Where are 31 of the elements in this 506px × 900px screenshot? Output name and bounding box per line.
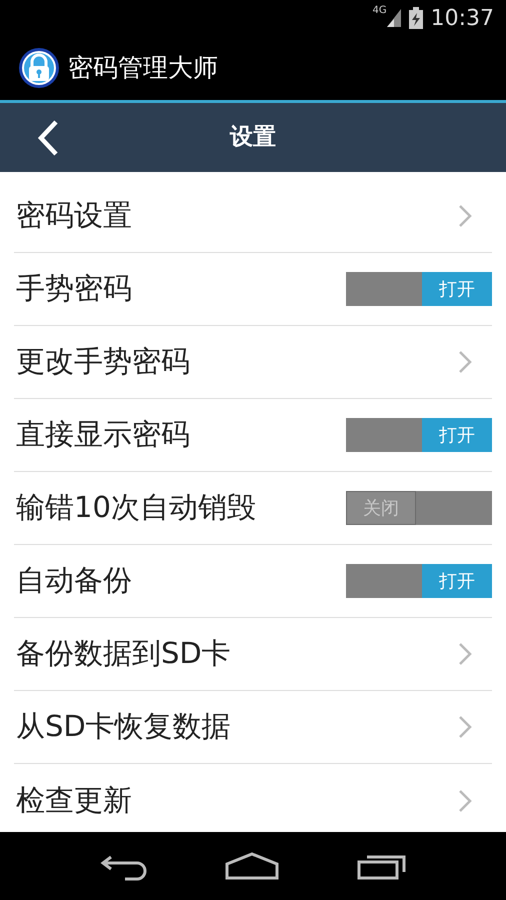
setting-label: 从SD卡恢复数据 bbox=[15, 708, 231, 746]
app-title: 密码管理大师 bbox=[68, 52, 218, 84]
switch-label: 打开 bbox=[422, 418, 492, 452]
setting-label: 自动备份 bbox=[15, 562, 132, 600]
setting-label: 密码设置 bbox=[15, 197, 132, 234]
toggle-switch[interactable]: 打开 bbox=[346, 418, 492, 452]
toggle-switch[interactable]: 打开 bbox=[346, 564, 492, 598]
clock: 10:37 bbox=[430, 4, 494, 32]
network-label: 4G bbox=[372, 6, 387, 16]
setting-label: 手势密码 bbox=[15, 270, 132, 308]
chevron-icon[interactable] bbox=[458, 788, 472, 812]
switch-label: 关闭 bbox=[346, 491, 416, 525]
setting-label: 更改手势密码 bbox=[15, 343, 190, 380]
toggle-switch[interactable]: 打开 bbox=[346, 272, 492, 306]
signal-icon bbox=[386, 9, 401, 27]
battery-icon bbox=[408, 7, 423, 29]
switch-label: 打开 bbox=[422, 564, 492, 598]
chevron-icon[interactable] bbox=[458, 642, 472, 666]
toggle-switch[interactable]: 关闭 bbox=[346, 491, 492, 525]
chevron-icon[interactable] bbox=[458, 350, 472, 374]
chevron-icon[interactable] bbox=[458, 204, 472, 228]
setting-label: 检查更新 bbox=[15, 782, 132, 819]
page-title: 设置 bbox=[230, 123, 276, 152]
switch-label: 打开 bbox=[422, 272, 492, 306]
setting-label: 输错10次自动销毁 bbox=[15, 489, 256, 526]
lock-icon bbox=[18, 47, 60, 89]
back-icon bbox=[37, 120, 59, 156]
home-icon[interactable] bbox=[225, 852, 279, 880]
setting-label: 备份数据到SD卡 bbox=[15, 635, 231, 672]
chevron-icon[interactable] bbox=[458, 715, 472, 739]
setting-label: 直接显示密码 bbox=[15, 416, 190, 454]
